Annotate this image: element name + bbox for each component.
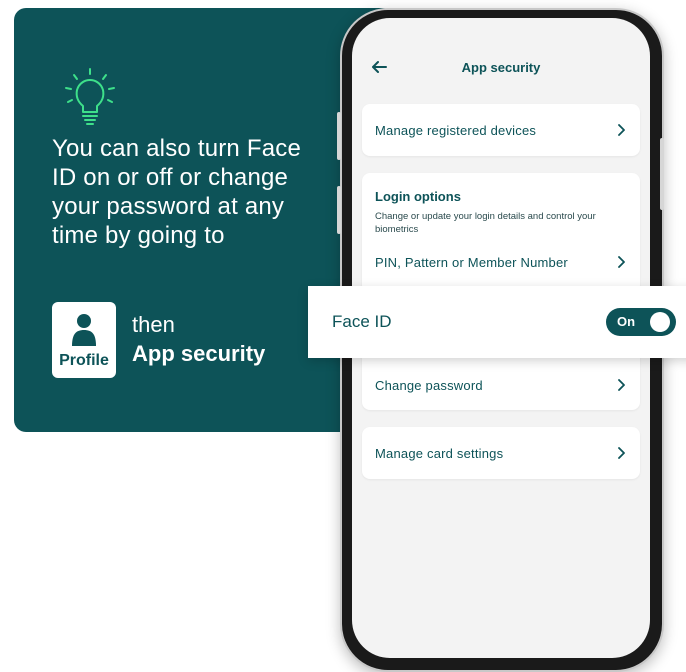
manage-devices-row[interactable]: Manage registered devices (362, 104, 640, 156)
profile-label: Profile (59, 352, 109, 369)
phone-side-button (337, 186, 341, 234)
tip-text: You can also turn Face ID on or off or c… (52, 135, 302, 249)
change-password-row[interactable]: Change password (362, 354, 640, 410)
page-title: App security (461, 60, 541, 75)
person-icon (72, 314, 96, 346)
then-text: then (132, 312, 175, 337)
face-id-row: Face ID On (308, 286, 686, 358)
phone-power-button (660, 138, 664, 210)
profile-tile: Profile (52, 302, 116, 378)
change-password-label: Change password (375, 378, 483, 393)
chevron-right-icon (618, 124, 625, 136)
login-options-title: Login options (375, 189, 461, 204)
login-options-description: Change or update your login details and … (375, 211, 596, 235)
face-id-toggle[interactable]: On (606, 308, 676, 336)
manage-card-label: Manage card settings (375, 446, 504, 461)
manage-card-row[interactable]: Manage card settings (362, 427, 640, 479)
lightbulb-icon (65, 68, 115, 125)
chevron-right-icon (618, 379, 625, 391)
face-id-label: Face ID (332, 312, 392, 331)
toggle-knob (650, 312, 670, 332)
login-options-card: Login options Change or update your logi… (362, 173, 640, 293)
phone-side-button (337, 112, 341, 160)
manage-devices-label: Manage registered devices (375, 123, 537, 138)
chevron-right-icon (618, 256, 625, 268)
chevron-right-icon (618, 447, 625, 459)
screen-header: App security (352, 18, 650, 98)
toggle-state-label: On (617, 314, 636, 329)
app-security-text: App security (132, 341, 266, 366)
pin-pattern-label: PIN, Pattern or Member Number (375, 255, 568, 270)
pin-pattern-row[interactable]: PIN, Pattern or Member Number (362, 247, 640, 279)
